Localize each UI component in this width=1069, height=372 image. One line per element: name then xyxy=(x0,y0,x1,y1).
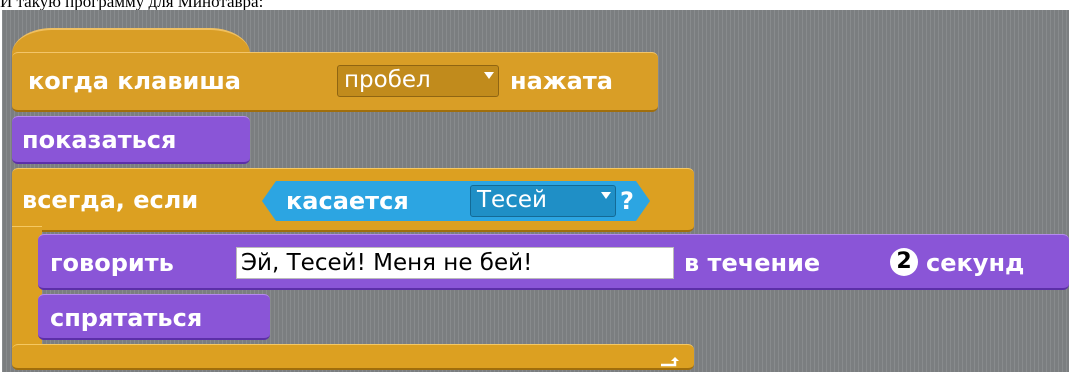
say-label: говорить xyxy=(50,249,174,277)
forever-if-bottom xyxy=(12,344,694,370)
when-key-label: когда клавиша xyxy=(28,67,241,95)
forever-if-block[interactable]: всегда, если касается Тесей ? xyxy=(12,168,694,232)
pressed-label: нажата xyxy=(510,67,613,95)
touching-condition[interactable]: касается Тесей ? xyxy=(262,181,650,221)
question-mark: ? xyxy=(620,187,634,215)
seconds-label: секунд xyxy=(926,249,1025,277)
key-dropdown[interactable]: пробел xyxy=(337,65,499,97)
caption-text: И такую программу для Минотавра: xyxy=(0,0,264,10)
hide-block[interactable]: спрятаться xyxy=(38,294,270,340)
show-block[interactable]: показаться xyxy=(12,116,250,164)
dropdown-arrow-icon xyxy=(601,192,611,199)
touching-target-dropdown[interactable]: Тесей xyxy=(470,185,616,217)
dropdown-arrow-icon xyxy=(484,72,494,79)
touching-label: касается xyxy=(286,187,409,215)
seconds-input[interactable]: 2 xyxy=(890,248,918,276)
scripts-area[interactable]: когда клавиша пробел нажата показаться в… xyxy=(2,10,1069,372)
when-key-pressed-block[interactable]: когда клавиша пробел нажата xyxy=(12,52,658,112)
key-dropdown-value: пробел xyxy=(344,67,431,93)
touching-target-value: Тесей xyxy=(477,187,547,213)
loop-arrow-icon xyxy=(660,352,682,367)
for-duration-label: в течение xyxy=(684,249,821,277)
forever-if-label: всегда, если xyxy=(22,186,199,214)
say-for-secs-block[interactable]: говорить Эй, Тесей! Меня не бей! в течен… xyxy=(38,234,1069,290)
say-message-input[interactable]: Эй, Тесей! Меня не бей! xyxy=(236,247,674,279)
hide-label: спрятаться xyxy=(50,304,203,332)
show-label: показаться xyxy=(22,126,177,154)
